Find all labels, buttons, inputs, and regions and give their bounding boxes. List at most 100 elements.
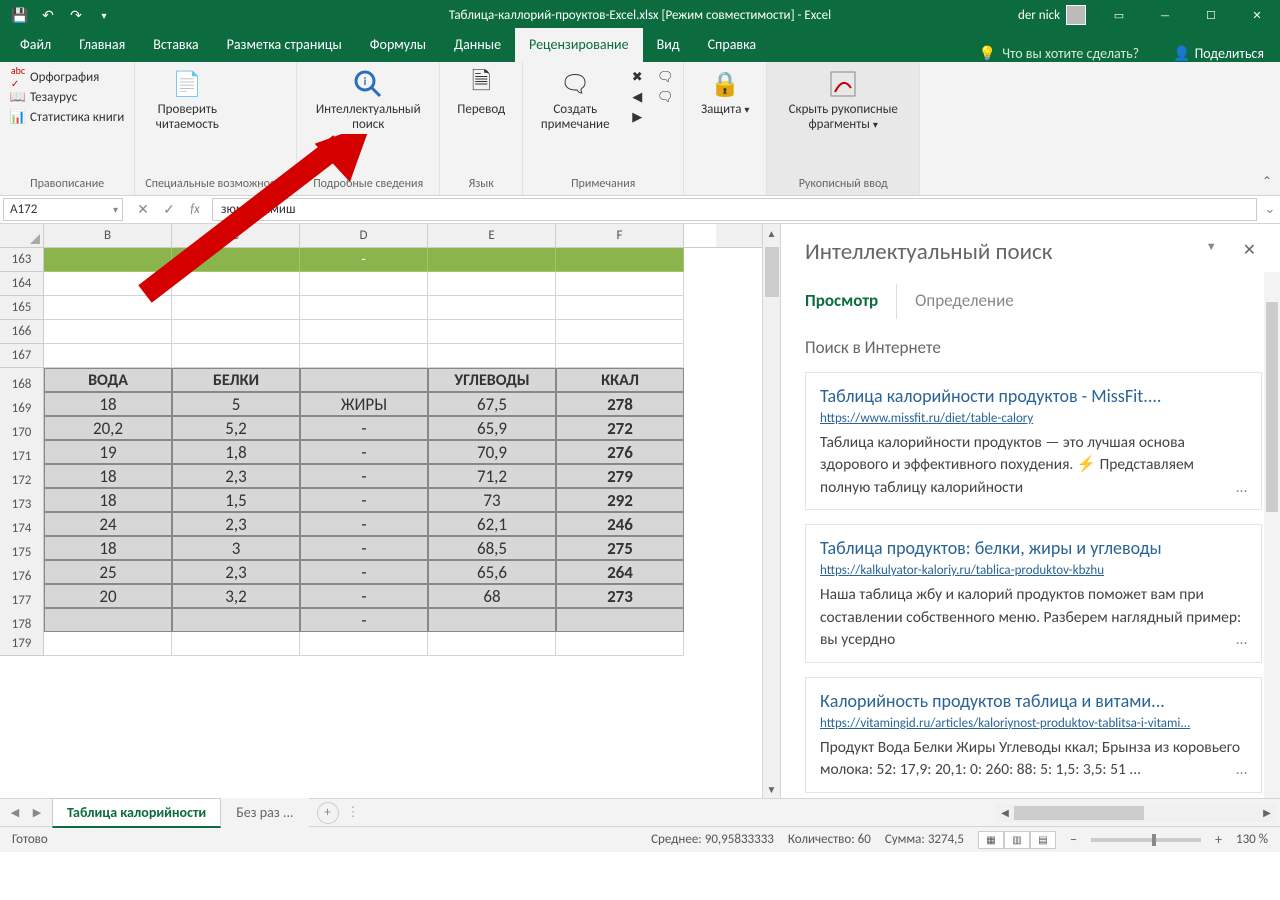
cell[interactable]: 24 xyxy=(44,512,172,536)
worksheet[interactable]: BCDEF 163-164165166167168ВОДАБЕЛКИУГЛЕВО… xyxy=(0,224,762,798)
cell[interactable] xyxy=(172,248,300,272)
redo-icon[interactable]: ↷ xyxy=(64,3,88,27)
cell[interactable]: 73 xyxy=(428,488,556,512)
cell[interactable]: ККАЛ xyxy=(556,368,684,392)
cell[interactable] xyxy=(44,296,172,320)
cell[interactable] xyxy=(556,608,684,632)
zoom-in-icon[interactable]: + xyxy=(1215,831,1222,848)
search-result[interactable]: Таблица продуктов: белки, жиры и углевод… xyxy=(805,524,1262,662)
delete-comment-button[interactable]: ✖ xyxy=(625,68,649,86)
fx-icon[interactable]: fx xyxy=(184,199,206,221)
cell[interactable] xyxy=(172,296,300,320)
cell[interactable]: 18 xyxy=(44,488,172,512)
search-result[interactable]: Калорийность продуктов таблица и витами.… xyxy=(805,677,1262,793)
cell[interactable]: 62,1 xyxy=(428,512,556,536)
new-sheet-icon[interactable]: + xyxy=(317,802,339,824)
cell[interactable]: 246 xyxy=(556,512,684,536)
protect-button[interactable]: 🔒 Защита ▾ xyxy=(690,66,760,119)
cell[interactable] xyxy=(172,320,300,344)
cell[interactable] xyxy=(556,344,684,368)
cell[interactable] xyxy=(300,632,428,656)
cell[interactable]: 65,6 xyxy=(428,560,556,584)
cell[interactable] xyxy=(428,272,556,296)
prev-comment-button[interactable]: ◀ xyxy=(625,88,649,106)
result-url[interactable]: https://www.missfit.ru/diet/table-calory xyxy=(820,411,1247,426)
cell[interactable]: - xyxy=(300,464,428,488)
row-header[interactable]: 165 xyxy=(0,296,44,320)
cell[interactable] xyxy=(428,344,556,368)
panel-tab-define[interactable]: Определение xyxy=(897,284,1032,319)
horizontal-scrollbar[interactable]: ◀ ▶ xyxy=(996,804,1276,822)
cell[interactable] xyxy=(556,296,684,320)
cell[interactable]: 65,9 xyxy=(428,416,556,440)
thesaurus-button[interactable]: 📖Тезаурус xyxy=(6,88,128,106)
row-header[interactable]: 179 xyxy=(0,632,44,656)
cell[interactable] xyxy=(300,344,428,368)
cell[interactable]: 68 xyxy=(428,584,556,608)
cell[interactable]: 276 xyxy=(556,440,684,464)
cell[interactable] xyxy=(428,320,556,344)
cell[interactable] xyxy=(44,632,172,656)
panel-tab-explore[interactable]: Просмотр xyxy=(805,284,897,319)
page-layout-icon[interactable]: ▥ xyxy=(1004,831,1030,849)
hide-ink-button[interactable]: Скрыть рукописные фрагменты ▾ xyxy=(773,66,913,134)
cell[interactable]: ВОДА xyxy=(44,368,172,392)
tab-вставка[interactable]: Вставка xyxy=(139,28,212,62)
cell[interactable]: - xyxy=(300,416,428,440)
save-icon[interactable]: 💾 xyxy=(8,3,32,27)
panel-scroll-thumb[interactable] xyxy=(1266,302,1278,512)
column-header[interactable]: E xyxy=(428,224,556,247)
column-header[interactable]: F xyxy=(556,224,684,247)
cell[interactable] xyxy=(44,248,172,272)
translate-button[interactable]: 🗎 Перевод xyxy=(446,66,516,119)
cell[interactable]: 18 xyxy=(44,464,172,488)
cell[interactable]: 5,2 xyxy=(172,416,300,440)
cell[interactable]: 3,2 xyxy=(172,584,300,608)
user-account[interactable]: der nick xyxy=(1018,5,1086,25)
scroll-down-icon[interactable]: ▼ xyxy=(763,780,781,798)
tab-файл[interactable]: Файл xyxy=(6,28,65,62)
maximize-icon[interactable]: ☐ xyxy=(1188,0,1234,30)
column-header[interactable]: D xyxy=(300,224,428,247)
cell[interactable]: 272 xyxy=(556,416,684,440)
cell[interactable] xyxy=(44,608,172,632)
cell[interactable]: - xyxy=(300,536,428,560)
cell[interactable] xyxy=(172,344,300,368)
cell[interactable] xyxy=(428,248,556,272)
cell[interactable]: 292 xyxy=(556,488,684,512)
cell[interactable] xyxy=(300,320,428,344)
cell[interactable] xyxy=(172,272,300,296)
smart-lookup-button[interactable]: i Интеллектуальный поиск xyxy=(303,66,433,134)
select-all-corner[interactable] xyxy=(0,224,44,247)
tab-справка[interactable]: Справка xyxy=(694,28,771,62)
cell[interactable]: 68,5 xyxy=(428,536,556,560)
result-url[interactable]: https://kalkulyator-kaloriy.ru/tablica-p… xyxy=(820,563,1247,578)
cell[interactable]: 18 xyxy=(44,392,172,416)
cell[interactable]: ЖИРЫ xyxy=(300,392,428,416)
close-icon[interactable]: ✕ xyxy=(1234,0,1280,30)
panel-options-icon[interactable]: ▼ xyxy=(1200,238,1223,255)
ribbon-display-icon[interactable]: ▭ xyxy=(1096,0,1142,30)
tab-данные[interactable]: Данные xyxy=(440,28,515,62)
cell[interactable] xyxy=(300,368,428,392)
cancel-formula-icon[interactable]: ✕ xyxy=(132,199,154,221)
sheet-nav-next-icon[interactable]: ▶ xyxy=(26,802,48,824)
tab-рецензирование[interactable]: Рецензирование xyxy=(515,28,643,62)
panel-scrollbar[interactable] xyxy=(1264,272,1280,798)
column-header[interactable]: B xyxy=(44,224,172,247)
cell[interactable]: 18 xyxy=(44,536,172,560)
formula-input[interactable]: зюм кишмиш xyxy=(212,198,1257,221)
row-header[interactable]: 164 xyxy=(0,272,44,296)
cell[interactable]: БЕЛКИ xyxy=(172,368,300,392)
tell-me-search[interactable]: 💡Что вы хотите сделать? xyxy=(979,45,1139,62)
cell[interactable]: 2,3 xyxy=(172,512,300,536)
cell[interactable] xyxy=(428,632,556,656)
cell[interactable] xyxy=(172,632,300,656)
next-comment-button[interactable]: ▶ xyxy=(625,108,649,126)
cell[interactable]: 19 xyxy=(44,440,172,464)
cell[interactable] xyxy=(428,296,556,320)
panel-close-icon[interactable]: ✕ xyxy=(1237,238,1262,262)
enter-formula-icon[interactable]: ✓ xyxy=(158,199,180,221)
result-title[interactable]: Калорийность продуктов таблица и витами.… xyxy=(820,690,1247,712)
sheet-nav-prev-icon[interactable]: ◀ xyxy=(4,802,26,824)
